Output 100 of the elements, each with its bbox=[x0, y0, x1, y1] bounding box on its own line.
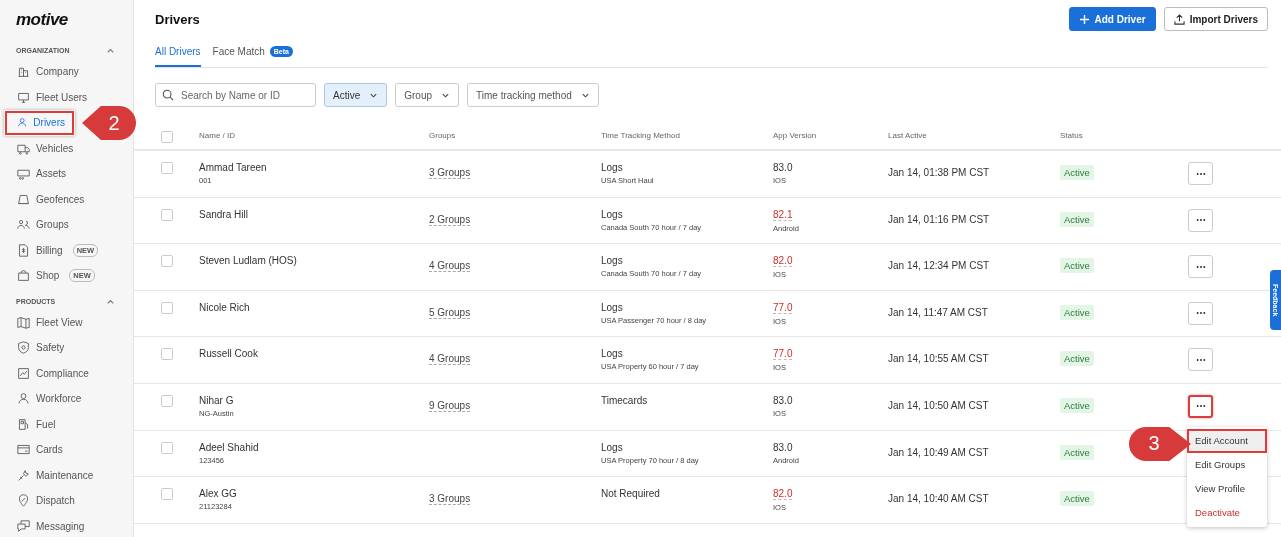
driver-name: Steven Ludlam (HOS) bbox=[199, 255, 297, 267]
building-icon bbox=[17, 65, 30, 79]
tracking-method: Timecards bbox=[601, 394, 648, 406]
sidebar-item[interactable]: Fleet View bbox=[0, 309, 133, 335]
step-callout: 3 bbox=[1129, 426, 1191, 461]
driver-name: Ammad Tareen bbox=[199, 162, 267, 173]
sidebar-item[interactable]: Maintenance bbox=[0, 462, 133, 488]
driver-name: Russell Cook bbox=[199, 348, 258, 360]
app-version: 82.0 bbox=[773, 488, 793, 501]
status-badge: Active bbox=[1060, 351, 1094, 367]
fuel-icon bbox=[17, 417, 30, 431]
status-badge: Active bbox=[1060, 444, 1094, 460]
monitor-icon bbox=[17, 90, 30, 104]
sidebar-item[interactable]: Geofences bbox=[0, 186, 133, 212]
groups-link[interactable]: 3 Groups bbox=[429, 167, 471, 179]
checkbox[interactable] bbox=[161, 131, 173, 143]
more-icon bbox=[1195, 171, 1206, 176]
checkbox[interactable] bbox=[161, 488, 173, 501]
tracking-method: Logs bbox=[601, 208, 623, 220]
map-icon bbox=[17, 315, 30, 329]
checkbox[interactable] bbox=[161, 255, 173, 268]
app-version: 82.1 bbox=[773, 208, 793, 221]
checkbox[interactable] bbox=[161, 162, 173, 174]
column-header: Name / ID bbox=[199, 131, 235, 140]
menu-item[interactable]: Deactivate bbox=[1187, 500, 1267, 525]
sidebar-item[interactable]: Messaging bbox=[0, 513, 133, 537]
groups-link[interactable]: 2 Groups bbox=[429, 213, 471, 226]
menu-item[interactable]: View Profile bbox=[1187, 476, 1267, 501]
app-version: 77.0 bbox=[773, 348, 793, 361]
tracking-method: Logs bbox=[601, 301, 623, 313]
page-title: Drivers bbox=[155, 11, 200, 27]
more-icon bbox=[1195, 404, 1206, 409]
sidebar-item[interactable]: Company bbox=[0, 59, 133, 85]
person-icon bbox=[17, 392, 30, 406]
tracking-method: Logs bbox=[601, 348, 623, 360]
status-badge: Active bbox=[1060, 397, 1094, 413]
bag-icon bbox=[17, 269, 30, 283]
last-active: Jan 14, 12:34 PM CST bbox=[888, 260, 990, 272]
sidebar-item[interactable]: Drivers bbox=[4, 110, 75, 136]
filter-dropdown[interactable]: Time tracking method bbox=[467, 83, 599, 107]
driver-name: Nicole Rich bbox=[199, 301, 250, 313]
chevron-icon[interactable] bbox=[106, 46, 115, 55]
more-icon bbox=[1195, 311, 1206, 316]
card-icon bbox=[17, 443, 30, 457]
last-active: Jan 14, 10:49 AM CST bbox=[888, 446, 989, 458]
column-header: Groups bbox=[429, 131, 456, 140]
app-version: 77.0 bbox=[773, 301, 793, 314]
driver-name: Sandra Hill bbox=[199, 208, 248, 220]
sidebar-item[interactable]: Compliance bbox=[0, 360, 133, 386]
menu-item[interactable]: Edit Account bbox=[1187, 428, 1267, 453]
sidebar-item[interactable]: Fuel bbox=[0, 411, 133, 437]
tracking-method: Logs bbox=[601, 162, 623, 173]
status-badge: Active bbox=[1060, 165, 1094, 180]
checkbox[interactable] bbox=[161, 301, 173, 314]
column-header: App Version bbox=[773, 131, 817, 140]
groups-link[interactable]: 4 Groups bbox=[429, 260, 471, 273]
sidebar-item[interactable]: Groups bbox=[0, 212, 133, 238]
sidebar-item[interactable]: Safety bbox=[0, 335, 133, 361]
last-active: Jan 14, 11:47 AM CST bbox=[888, 306, 988, 318]
tracking-method: Logs bbox=[601, 255, 623, 267]
checkbox[interactable] bbox=[161, 348, 173, 361]
tab[interactable]: All Drivers bbox=[155, 42, 201, 67]
checkbox[interactable] bbox=[161, 441, 173, 454]
driver-name: Alex GG bbox=[199, 488, 237, 500]
status-badge: Active bbox=[1060, 304, 1094, 320]
pin-icon bbox=[17, 494, 30, 508]
column-header: Status bbox=[1060, 131, 1083, 140]
search-field[interactable]: Search by Name or ID bbox=[155, 83, 316, 107]
tracking-method: Not Required bbox=[601, 488, 660, 500]
app-version: 82.0 bbox=[773, 255, 793, 268]
groups-link[interactable]: 4 Groups bbox=[429, 353, 471, 366]
groups-link[interactable]: 9 Groups bbox=[429, 399, 471, 412]
more-button[interactable] bbox=[1188, 394, 1213, 418]
checkbox[interactable] bbox=[161, 208, 173, 221]
sidebar-item[interactable]: Cards bbox=[0, 437, 133, 463]
checkbox[interactable] bbox=[161, 394, 173, 407]
filter-dropdown[interactable]: Group bbox=[395, 83, 460, 107]
action-button[interactable]: Add Driver bbox=[1068, 7, 1156, 31]
column-header: Last Active bbox=[888, 131, 927, 140]
more-icon bbox=[1195, 218, 1206, 223]
action-button[interactable]: Import Drivers bbox=[1163, 7, 1268, 31]
sidebar-item[interactable]: Assets bbox=[0, 161, 133, 187]
groups-link[interactable]: 5 Groups bbox=[429, 306, 471, 319]
last-active: Jan 14, 01:38 PM CST bbox=[888, 167, 990, 178]
sidebar-item[interactable]: Dispatch bbox=[0, 488, 133, 514]
filter-dropdown[interactable]: Active bbox=[324, 83, 388, 107]
plus-icon bbox=[1078, 13, 1090, 25]
groups-link[interactable]: 3 Groups bbox=[429, 493, 471, 506]
last-active: Jan 14, 10:55 AM CST bbox=[888, 353, 989, 365]
last-active: Jan 14, 01:16 PM CST bbox=[888, 213, 990, 225]
chat-icon bbox=[17, 519, 30, 533]
more-icon bbox=[1195, 357, 1206, 362]
driver-name: Nihar G bbox=[199, 394, 234, 406]
app-version: 83.0 bbox=[773, 394, 793, 406]
sidebar-item[interactable]: Workforce bbox=[0, 386, 133, 412]
more-button[interactable] bbox=[1188, 162, 1213, 185]
document-icon bbox=[17, 243, 30, 257]
status-badge: Active bbox=[1060, 491, 1094, 507]
tracking-method: Logs bbox=[601, 441, 623, 453]
app-version: 83.0 bbox=[773, 162, 793, 173]
